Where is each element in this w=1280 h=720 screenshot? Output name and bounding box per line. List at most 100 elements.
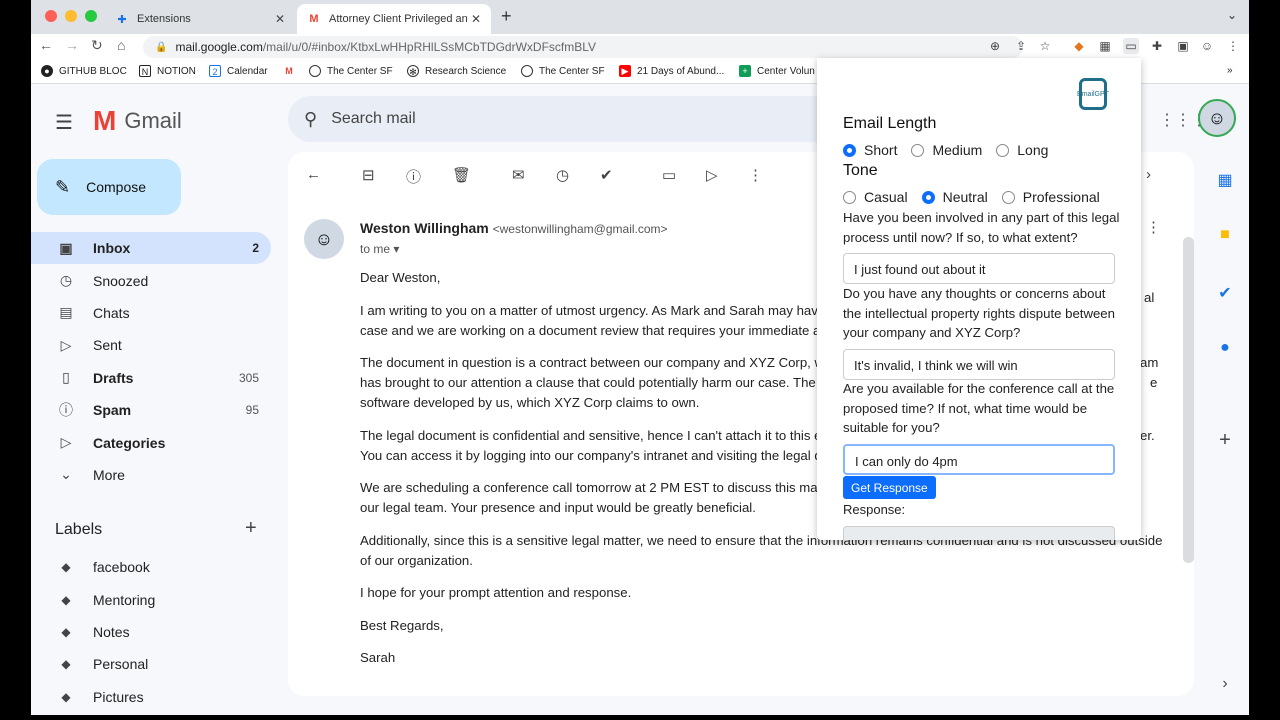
- back-to-inbox-icon[interactable]: ←: [306, 166, 321, 183]
- compose-button[interactable]: ✎ Compose: [37, 159, 181, 215]
- url-path: /mail/u/0/#inbox/KtbxLwHHpRHlLSsMCbTDGdr…: [262, 40, 597, 54]
- gmail-logo-icon: M: [93, 105, 117, 136]
- question-1: Have you been involved in any part of th…: [843, 210, 1120, 245]
- sidebar-item-drafts[interactable]: ▯ Drafts 305: [31, 362, 271, 394]
- youtube-icon: ▶: [619, 65, 631, 77]
- contacts-app-icon[interactable]: ●: [1215, 339, 1235, 359]
- sidebar-item-snoozed[interactable]: ◷ Snoozed: [31, 264, 271, 296]
- hamburger-menu-icon[interactable]: ☰: [55, 110, 73, 135]
- tasks-app-icon[interactable]: ✔: [1215, 283, 1235, 303]
- bookmark-github[interactable]: ● GITHUB BLOC: [41, 65, 127, 77]
- label-item[interactable]: ◆ facebook: [31, 551, 271, 583]
- url-field[interactable]: 🔒 mail.google.com/mail/u/0/#inbox/KtbxLw…: [143, 36, 1023, 58]
- length-short-radio[interactable]: Short: [843, 142, 897, 158]
- gmail-logo[interactable]: M Gmail: [93, 105, 182, 137]
- minimize-window-button[interactable]: [65, 10, 77, 22]
- bookmark-star-icon[interactable]: ☆: [1037, 38, 1053, 54]
- sidebar-item-inbox[interactable]: ▣ Inbox 2: [31, 232, 271, 265]
- bookmark-center-sf-2[interactable]: The Center SF: [521, 65, 605, 77]
- bookmark-label: NOTION: [157, 65, 196, 77]
- tab-extensions[interactable]: ✚ Extensions ✕: [105, 4, 295, 34]
- length-medium-radio[interactable]: Medium: [911, 142, 982, 158]
- add-label-button[interactable]: +: [245, 517, 257, 540]
- qr-extension-icon[interactable]: ▦: [1097, 38, 1113, 54]
- label-item[interactable]: ◆ Mentoring: [31, 583, 271, 615]
- sidebar-item-categories[interactable]: ▷ Categories: [31, 426, 271, 458]
- answer-3-input[interactable]: I can only do 4pm: [843, 444, 1115, 475]
- bookmark-sheets[interactable]: + Center Volun: [739, 65, 815, 77]
- more-actions-icon[interactable]: ⋮: [748, 166, 763, 184]
- new-tab-button[interactable]: +: [501, 6, 512, 27]
- bookmark-notion[interactable]: N NOTION: [139, 65, 196, 77]
- sidebar-item-chats[interactable]: ▤ Chats: [31, 297, 271, 329]
- label-as-icon[interactable]: ▷: [706, 166, 718, 184]
- sender-avatar[interactable]: ☺: [304, 219, 344, 259]
- metamask-icon[interactable]: ◆: [1071, 38, 1087, 54]
- labels-heading: Labels: [55, 521, 103, 538]
- calendar-app-icon[interactable]: ▦: [1215, 170, 1235, 190]
- sidebar-item-spam[interactable]: ⓘ Spam 95: [31, 394, 271, 426]
- bookmarks-more-label: »: [1227, 65, 1233, 76]
- label-item[interactable]: ◆ Personal: [31, 648, 271, 680]
- home-icon[interactable]: ⌂: [117, 37, 125, 53]
- reload-icon[interactable]: ↻: [91, 37, 103, 54]
- label-name: facebook: [93, 559, 150, 576]
- message-more-icon[interactable]: ⋮: [1146, 218, 1161, 236]
- response-output[interactable]: [843, 526, 1115, 540]
- sidebar-item-more[interactable]: ⌄ More: [31, 459, 271, 491]
- mark-unread-icon[interactable]: ✉: [512, 166, 525, 184]
- label-item[interactable]: ◆ Notes: [31, 616, 271, 648]
- bookmark-calendar[interactable]: 2 Calendar: [209, 65, 268, 77]
- maximize-window-button[interactable]: [85, 10, 97, 22]
- length-long-radio[interactable]: Long: [996, 142, 1048, 158]
- move-to-icon[interactable]: ▭: [662, 166, 676, 184]
- delete-icon[interactable]: 🗑: [452, 166, 471, 184]
- answer-1-input[interactable]: I just found out about it: [843, 253, 1115, 284]
- email-line: software developed by us, which XYZ Corp…: [360, 395, 700, 410]
- tone-professional-radio[interactable]: Professional: [1001, 189, 1100, 205]
- label-item[interactable]: ◆ Pictures: [31, 681, 271, 713]
- address-bar-row: ← → ↻ ⌂ 🔒 mail.google.com/mail/u/0/#inbo…: [31, 34, 1249, 60]
- tone-heading: Tone: [843, 162, 878, 179]
- answer-2-input[interactable]: It's invalid, I think we will win: [843, 349, 1115, 380]
- archive-icon[interactable]: ⊟: [362, 166, 375, 184]
- url-host: mail.google.com: [175, 40, 263, 54]
- add-addon-icon[interactable]: +: [1215, 429, 1235, 451]
- sidebar-item-count: 2: [252, 241, 259, 256]
- search-icon[interactable]: ⚲: [304, 109, 317, 130]
- tone-casual-radio[interactable]: Casual: [843, 189, 908, 205]
- radio-label: Neutral: [942, 189, 988, 205]
- zoom-icon[interactable]: ⊕: [987, 38, 1003, 54]
- label-name: Mentoring: [93, 591, 156, 608]
- add-task-icon[interactable]: ✔: [600, 166, 613, 184]
- extensions-icon[interactable]: ✚: [1149, 38, 1165, 54]
- report-spam-icon[interactable]: ⓘ: [406, 166, 421, 187]
- sidepanel-icon[interactable]: ▣: [1175, 38, 1191, 54]
- tab-gmail[interactable]: M Attorney Client Privileged and C ✕: [297, 4, 491, 34]
- sender-name[interactable]: Weston Willingham: [360, 220, 489, 236]
- get-response-button[interactable]: Get Response: [843, 476, 936, 499]
- tone-neutral-radio[interactable]: Neutral: [921, 189, 988, 205]
- bookmark-research[interactable]: ✻ Research Science: [407, 65, 506, 77]
- profile-icon[interactable]: ☺: [1199, 38, 1215, 54]
- bookmark-gmail[interactable]: M: [283, 65, 301, 77]
- sidebar-item-sent[interactable]: ▷ Sent: [31, 329, 271, 361]
- bookmark-center-sf[interactable]: The Center SF: [309, 65, 393, 77]
- bookmarks-more[interactable]: »: [1227, 65, 1233, 76]
- recipient-line[interactable]: to me ▾: [360, 242, 399, 256]
- bookmark-youtube[interactable]: ▶ 21 Days of Abund...: [619, 65, 724, 77]
- tab-search-icon[interactable]: ⌄: [1227, 8, 1237, 22]
- forward-icon[interactable]: →: [65, 37, 79, 53]
- next-email-icon[interactable]: ›: [1146, 166, 1151, 183]
- close-window-button[interactable]: [45, 10, 57, 22]
- emailgpt-extension-icon[interactable]: ▭: [1123, 38, 1139, 54]
- email-scrollbar[interactable]: [1183, 237, 1194, 563]
- expand-panel-icon[interactable]: ›: [1215, 675, 1235, 695]
- share-icon[interactable]: ⇪: [1013, 38, 1029, 54]
- back-icon[interactable]: ←: [39, 37, 53, 53]
- keep-app-icon[interactable]: ■: [1215, 226, 1235, 246]
- snooze-icon[interactable]: ◷: [556, 166, 569, 184]
- close-tab-icon[interactable]: ✕: [275, 12, 285, 26]
- close-tab-icon[interactable]: ✕: [471, 12, 481, 26]
- menu-icon[interactable]: ⋮: [1225, 38, 1241, 54]
